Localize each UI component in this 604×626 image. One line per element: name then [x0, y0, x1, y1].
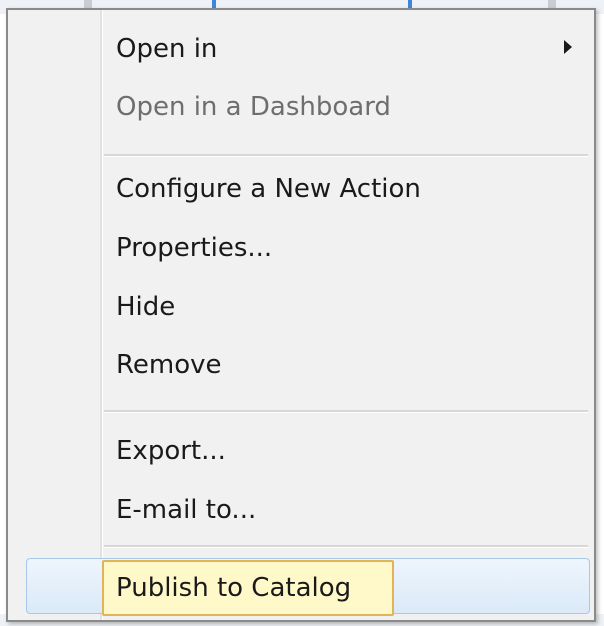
menu-separator: [104, 154, 588, 157]
screen: Open in Open in a Dashboard Configure a …: [0, 0, 604, 626]
menu-item-email-to[interactable]: E-mail to...: [116, 493, 256, 527]
context-menu: Open in Open in a Dashboard Configure a …: [6, 8, 596, 622]
menu-separator: [104, 410, 588, 413]
menu-item-properties[interactable]: Properties...: [116, 231, 272, 265]
menu-item-export[interactable]: Export...: [116, 434, 226, 468]
submenu-arrow-icon: [564, 40, 572, 54]
menu-item-open-in[interactable]: Open in: [116, 32, 217, 66]
menu-icon-gutter: [8, 10, 96, 620]
menu-item-hide[interactable]: Hide: [116, 290, 175, 324]
menu-separator: [104, 545, 588, 548]
menu-item-remove[interactable]: Remove: [116, 348, 222, 382]
menu-item-configure-new-action[interactable]: Configure a New Action: [116, 172, 421, 206]
menu-item-open-in-dashboard: Open in a Dashboard: [116, 92, 391, 122]
menu-gutter-divider: [100, 10, 103, 620]
menu-item-publish-to-catalog[interactable]: Publish to Catalog: [116, 571, 351, 605]
